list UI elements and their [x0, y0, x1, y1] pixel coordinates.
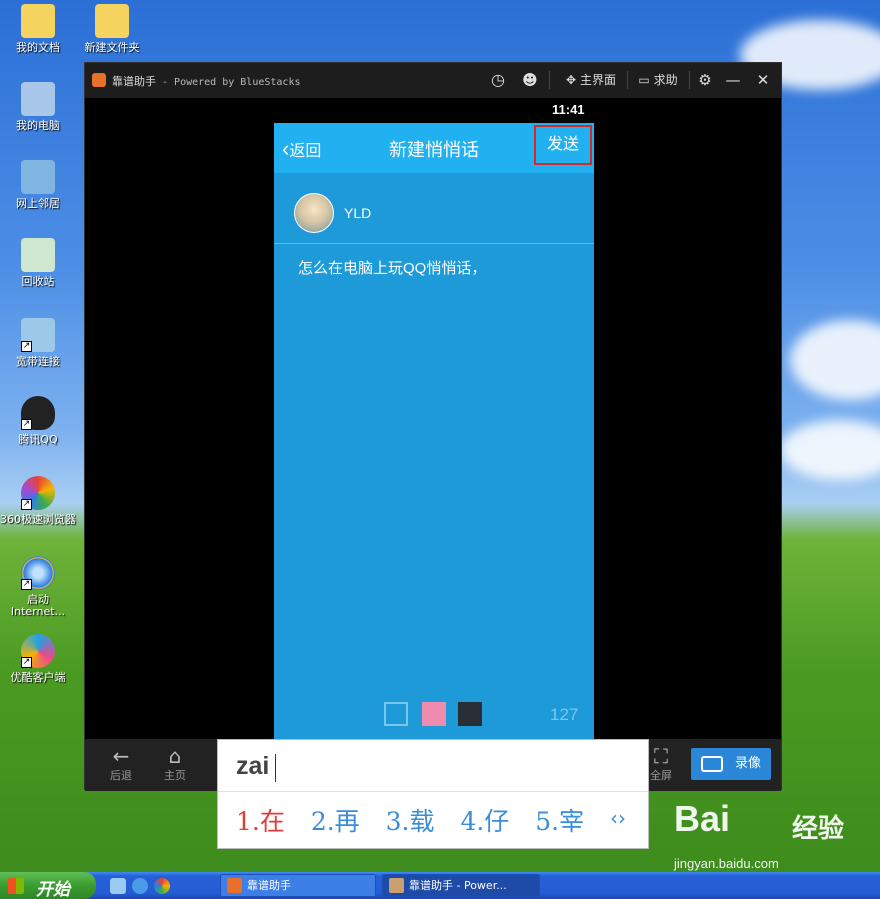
- browser-360-quicklaunch-icon[interactable]: [154, 878, 170, 894]
- camera-icon: [701, 756, 723, 772]
- send-button[interactable]: 发送: [534, 125, 592, 165]
- desktop-icon-new-folder[interactable]: 新建文件夹: [74, 4, 150, 54]
- ie-icon: ↗: [21, 556, 55, 590]
- ime-candidate[interactable]: 4.仔: [460, 802, 509, 838]
- desktop-icon-youku[interactable]: ↗ 优酷客户端: [0, 634, 76, 684]
- back-nav-button[interactable]: ← 后退: [101, 745, 141, 783]
- clock-icon[interactable]: ◷: [487, 69, 509, 91]
- ime-candidate[interactable]: 2.再: [311, 802, 360, 838]
- window-title: 靠谱助手 - Powered by BlueStacks: [112, 75, 301, 88]
- baidu-jingyan-watermark: Bai 经验 jingyan.baidu.com: [672, 798, 872, 878]
- ime-pager-arrows-icon[interactable]: ‹›: [610, 806, 626, 830]
- ime-composition: zai: [218, 740, 648, 792]
- toolbar-separator: [627, 71, 628, 89]
- emulator-window: 靠谱助手 - Powered by BlueStacks ◷ ☻ ✥ 主界面 ▭…: [84, 62, 782, 791]
- cloud: [790, 320, 880, 400]
- ime-candidate-list: 1.在 2.再 3.载 4.仔 5.宰: [236, 802, 602, 838]
- avatar: [294, 193, 334, 233]
- shortcut-arrow-icon: ↗: [21, 499, 32, 510]
- arrow-left-icon: ←: [112, 744, 130, 768]
- text-caret: [275, 754, 276, 782]
- ime-candidate[interactable]: 1.在: [236, 802, 285, 838]
- divider: [274, 243, 594, 244]
- folder-icon: [95, 4, 129, 38]
- help-button[interactable]: ▭ 求助: [633, 69, 683, 91]
- show-desktop-icon[interactable]: [110, 878, 126, 894]
- watermark-brand-cn: 经验: [792, 814, 845, 844]
- android-statusbar: 11:41: [85, 98, 781, 122]
- close-button[interactable]: ✕: [753, 69, 773, 91]
- minimize-button[interactable]: —: [723, 69, 743, 91]
- app-logo-icon: [92, 73, 106, 87]
- char-count: 127: [550, 705, 579, 724]
- app-logo-icon: [389, 878, 404, 893]
- shortcut-arrow-icon: ↗: [21, 341, 32, 352]
- qq-penguin-icon: ↗: [21, 396, 55, 430]
- shortcut-arrow-icon: ↗: [21, 657, 32, 668]
- desktop-icon-internet-explorer[interactable]: ↗ 启动 Internet...: [0, 556, 76, 618]
- recipient-name: YLD: [344, 205, 372, 221]
- color-swatch-blue[interactable]: [384, 702, 408, 726]
- record-button[interactable]: 录像: [691, 748, 771, 780]
- ie-quicklaunch-icon[interactable]: [132, 878, 148, 894]
- desktop-icon-network[interactable]: 网上邻居: [0, 160, 76, 210]
- color-swatch-dark[interactable]: [458, 702, 482, 726]
- watermark-brand: Bai: [674, 798, 731, 839]
- toolbar-separator: [549, 71, 550, 89]
- recycle-bin-icon: [21, 238, 55, 272]
- message-input[interactable]: 怎么在电脑上玩QQ悄悄话，: [298, 257, 486, 278]
- ime-candidate[interactable]: 3.载: [386, 802, 435, 838]
- start-button[interactable]: 开始: [0, 872, 96, 899]
- desktop-icon-my-documents[interactable]: 我的文档: [0, 4, 76, 54]
- computer-icon: [21, 82, 55, 116]
- ime-composition-text: zai: [236, 752, 270, 780]
- desktop-icon-broadband[interactable]: ↗ 宽带连接: [0, 318, 76, 368]
- taskbar-item-kaopu-powered[interactable]: 靠谱助手 - Power...: [382, 874, 540, 897]
- whisper-compose-screen: ‹返回 新建悄悄话 发送 YLD 怎么在电脑上玩QQ悄悄话， 127: [274, 123, 594, 739]
- taskbar-item-kaopu[interactable]: 靠谱助手: [220, 874, 376, 897]
- qq-icon[interactable]: ☻: [519, 69, 541, 91]
- ime-candidate-window: zai 1.在 2.再 3.载 4.仔 5.宰 ‹›: [217, 739, 649, 849]
- taskbar: 开始 靠谱助手 靠谱助手 - Power...: [0, 872, 880, 899]
- folder-icon: [21, 4, 55, 38]
- toolbar-separator: [689, 71, 690, 89]
- desktop-icon-my-computer[interactable]: 我的电脑: [0, 82, 76, 132]
- home-grid-icon: ✥: [566, 73, 577, 87]
- desktop-icon-recycle-bin[interactable]: 回收站: [0, 238, 76, 288]
- emulator-titlebar: 靠谱助手 - Powered by BlueStacks ◷ ☻ ✥ 主界面 ▭…: [85, 63, 781, 98]
- help-bubble-icon: ▭: [638, 73, 650, 87]
- status-time: 11:41: [552, 102, 585, 117]
- shortcut-arrow-icon: ↗: [21, 579, 32, 590]
- youku-icon: ↗: [21, 634, 55, 668]
- color-swatch-pink[interactable]: [422, 702, 446, 726]
- windows-flag-icon: [8, 878, 24, 894]
- settings-gear-icon[interactable]: ⚙: [695, 69, 715, 91]
- desktop-icon-qq[interactable]: ↗ 腾讯QQ: [0, 396, 76, 446]
- shortcut-arrow-icon: ↗: [21, 419, 32, 430]
- cloud: [780, 420, 880, 480]
- watermark-url: jingyan.baidu.com: [674, 856, 779, 871]
- ime-candidate[interactable]: 5.宰: [535, 802, 584, 838]
- desktop-icon-360-browser[interactable]: ↗ 360极速浏览器: [0, 476, 76, 526]
- home-icon: ⌂: [168, 744, 182, 768]
- app-header: ‹返回 新建悄悄话 发送: [274, 123, 594, 173]
- broadband-icon: ↗: [21, 318, 55, 352]
- home-screen-button[interactable]: ✥ 主界面: [559, 69, 623, 91]
- network-icon: [21, 160, 55, 194]
- home-nav-button[interactable]: ⌂ 主页: [155, 745, 195, 783]
- app-logo-icon: [227, 878, 242, 893]
- browser-360-icon: ↗: [21, 476, 55, 510]
